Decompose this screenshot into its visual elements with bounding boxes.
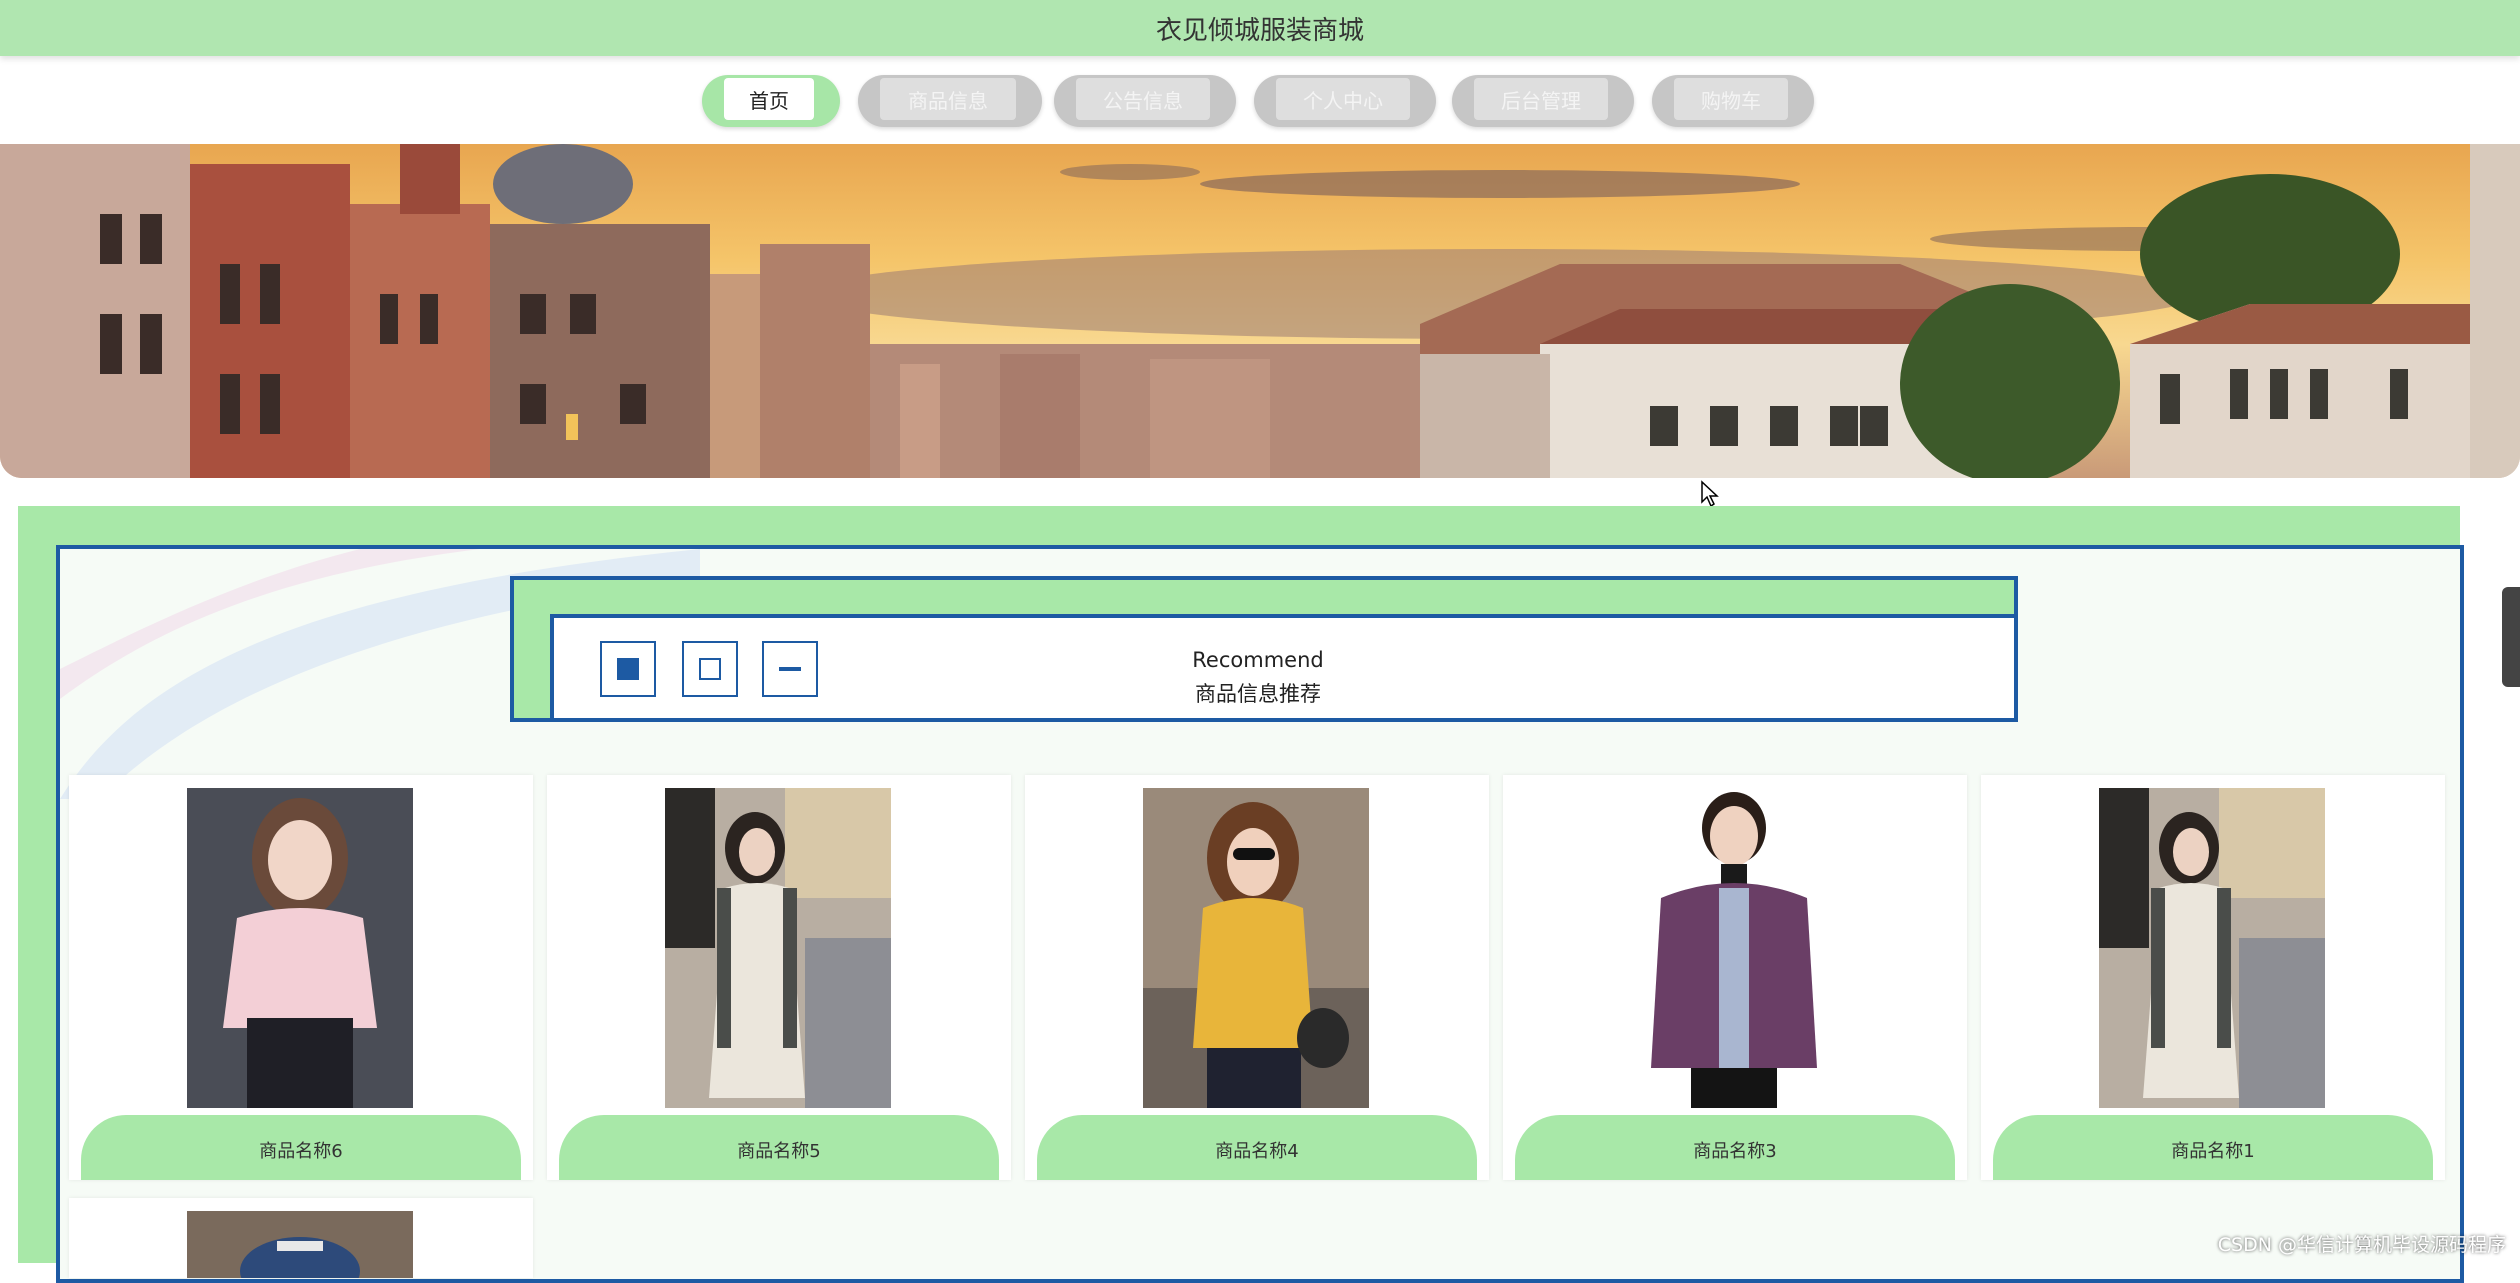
product-card[interactable]: 商品名称3: [1503, 775, 1967, 1180]
product-card[interactable]: 商品名称4: [1025, 775, 1489, 1180]
hero-banner[interactable]: [0, 144, 2520, 478]
nav-cart[interactable]: 购物车: [1652, 75, 1814, 127]
nav-label: 后台管理: [1474, 78, 1608, 120]
nav-label: 公告信息: [1076, 78, 1210, 120]
site-title: 衣见倾城服装商城: [1155, 15, 1364, 46]
recommend-title-cn: 商品信息推荐: [1195, 682, 1321, 706]
product-card[interactable]: 商品名称5: [547, 775, 1011, 1180]
product-image[interactable]: [187, 1211, 413, 1278]
product-name[interactable]: 商品名称5: [559, 1115, 999, 1180]
recommend-title-en: Recommend: [1192, 648, 1324, 672]
product-name[interactable]: 商品名称1: [1993, 1115, 2433, 1180]
product-image[interactable]: [2099, 788, 2325, 1108]
product-image[interactable]: [665, 788, 891, 1108]
product-name[interactable]: 商品名称3: [1515, 1115, 1955, 1180]
nav-label: 首页: [724, 78, 814, 120]
nav-home[interactable]: 首页: [702, 75, 840, 127]
filled-square-icon[interactable]: [600, 641, 656, 697]
banner-image: [0, 144, 2520, 478]
nav-products[interactable]: 商品信息: [858, 75, 1042, 127]
product-image[interactable]: [1621, 788, 1847, 1108]
nav-announcements[interactable]: 公告信息: [1054, 75, 1236, 127]
nav-admin[interactable]: 后台管理: [1452, 75, 1634, 127]
nav-label: 个人中心: [1276, 78, 1410, 120]
mouse-cursor-icon: [1701, 480, 1719, 508]
empty-square-icon[interactable]: [682, 641, 738, 697]
nav-label: 商品信息: [880, 78, 1016, 120]
side-scroll-tab[interactable]: [2502, 587, 2520, 687]
product-card[interactable]: 商品名称6: [69, 775, 533, 1180]
product-image[interactable]: [1143, 788, 1369, 1108]
product-card[interactable]: 商品名称1: [1981, 775, 2445, 1180]
nav-label: 购物车: [1674, 78, 1788, 120]
product-card[interactable]: [69, 1198, 533, 1278]
product-name[interactable]: 商品名称6: [81, 1115, 521, 1180]
minus-icon[interactable]: [762, 641, 818, 697]
product-image[interactable]: [187, 788, 413, 1108]
product-name[interactable]: 商品名称4: [1037, 1115, 1477, 1180]
header-bar: 衣见倾城服装商城: [0, 0, 2520, 56]
watermark-text: CSDN @华信计算机毕设源码程序: [2217, 1234, 2506, 1256]
nav-profile[interactable]: 个人中心: [1254, 75, 1436, 127]
main-nav: 首页 商品信息 公告信息 个人中心 后台管理 购物车: [0, 75, 2520, 127]
